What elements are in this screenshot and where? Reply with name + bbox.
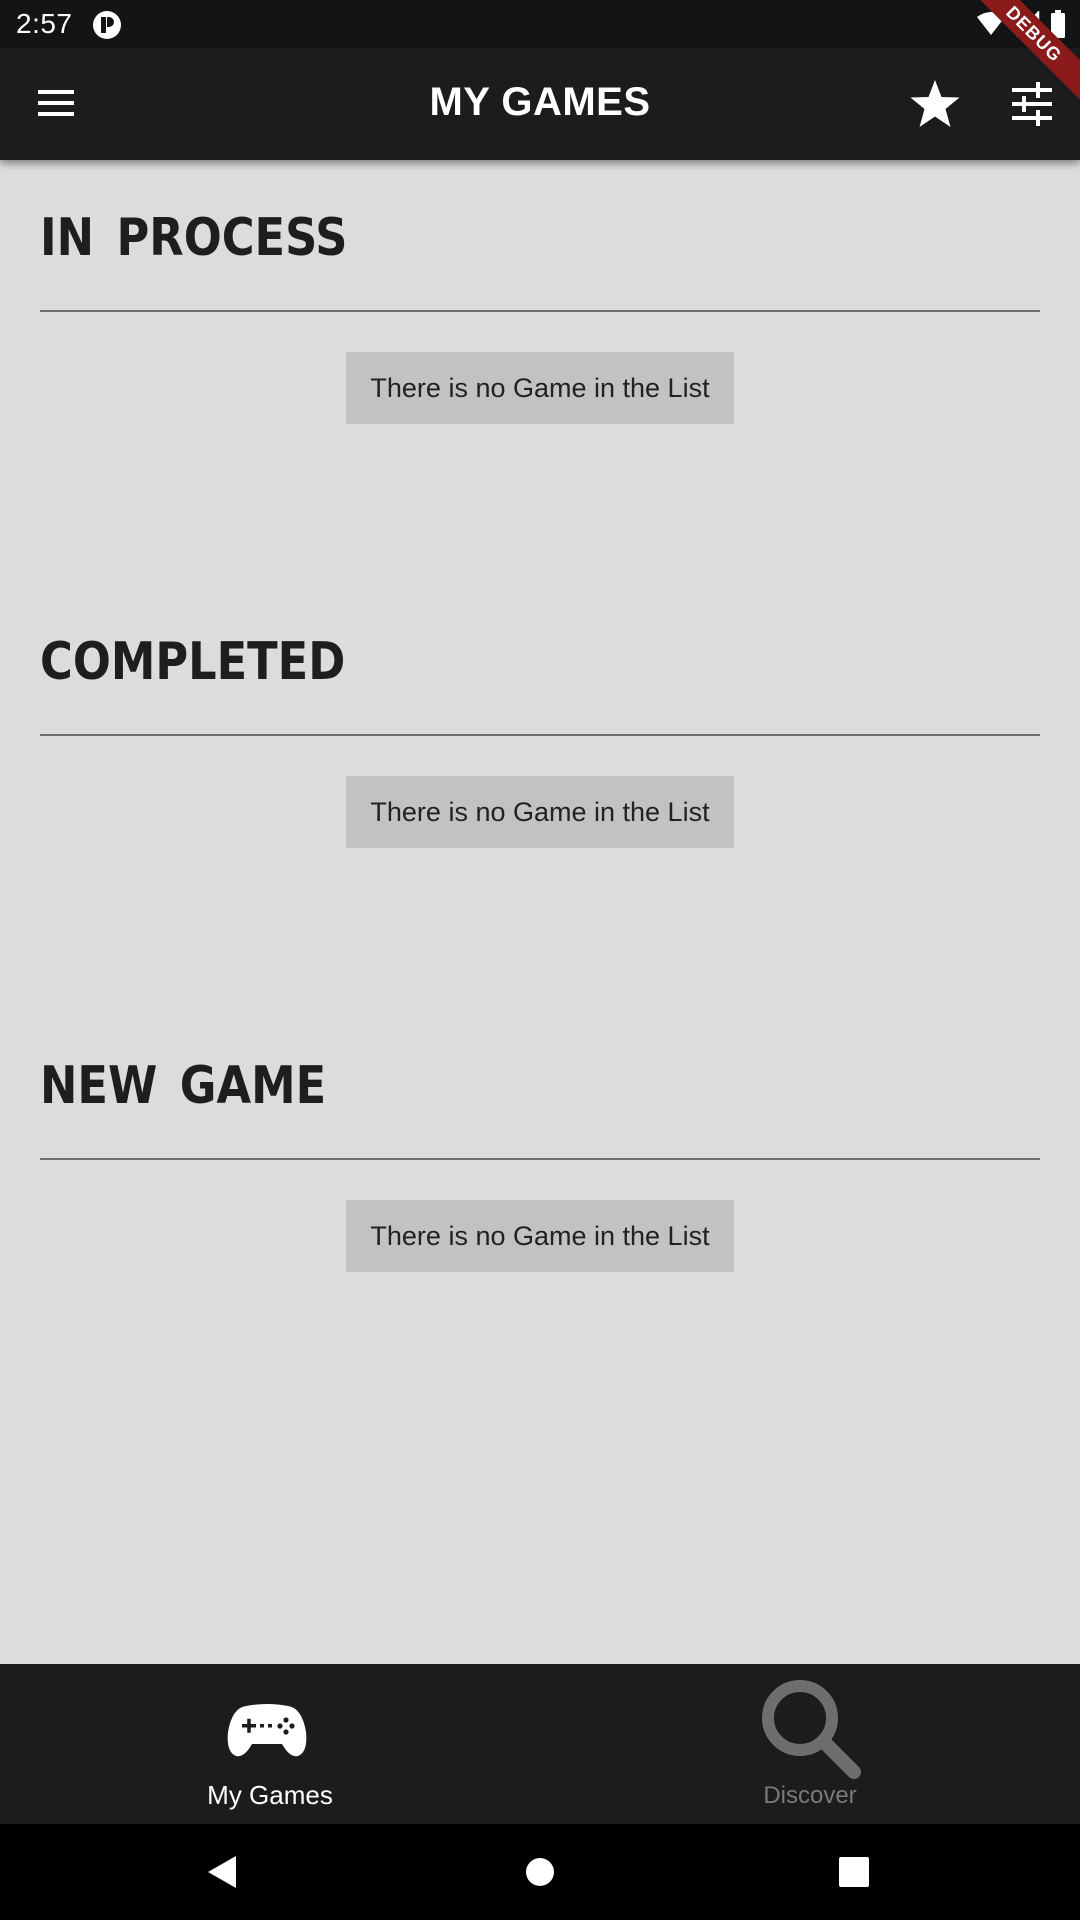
empty-list-message: There is no Game in the List (346, 352, 734, 424)
gamepad-icon (227, 1704, 307, 1757)
empty-list-message: There is no Game in the List (346, 1200, 734, 1272)
status-time: 2:57 (16, 8, 73, 39)
nav-item-discover[interactable]: Discover (540, 1664, 1080, 1824)
nav-label-discover: Discover (763, 1782, 857, 1809)
empty-list-message: There is no Game in the List (346, 776, 734, 848)
bottom-navigation: My Games Discover (0, 1664, 1080, 1824)
section-divider (40, 734, 1040, 736)
section-completed: COMPLETED There is no Game in the List (40, 632, 1040, 848)
section-divider (40, 310, 1040, 312)
section-title: NEW GAME (40, 1056, 327, 1116)
notification-icon (93, 11, 121, 39)
section-title: IN PROCESS (40, 208, 348, 268)
star-icon[interactable] (908, 78, 962, 132)
nav-label-my-games: My Games (207, 1780, 333, 1810)
nav-item-my-games[interactable]: My Games (0, 1664, 540, 1824)
system-navigation-bar (0, 1824, 1080, 1920)
back-icon[interactable] (206, 1854, 238, 1890)
status-bar: 2:57 (0, 0, 1080, 48)
filter-icon[interactable] (1010, 82, 1054, 126)
home-icon[interactable] (524, 1856, 556, 1888)
section-divider (40, 1158, 1040, 1160)
search-icon (762, 1680, 861, 1779)
app-bar: MY GAMES (0, 48, 1080, 160)
section-new-game: NEW GAME There is no Game in the List (40, 1056, 1040, 1272)
game-lists: IN PROCESS There is no Game in the List … (0, 160, 1080, 1664)
recents-icon[interactable] (838, 1856, 870, 1888)
section-in-process: IN PROCESS There is no Game in the List (40, 208, 1040, 424)
section-title: COMPLETED (40, 632, 346, 692)
